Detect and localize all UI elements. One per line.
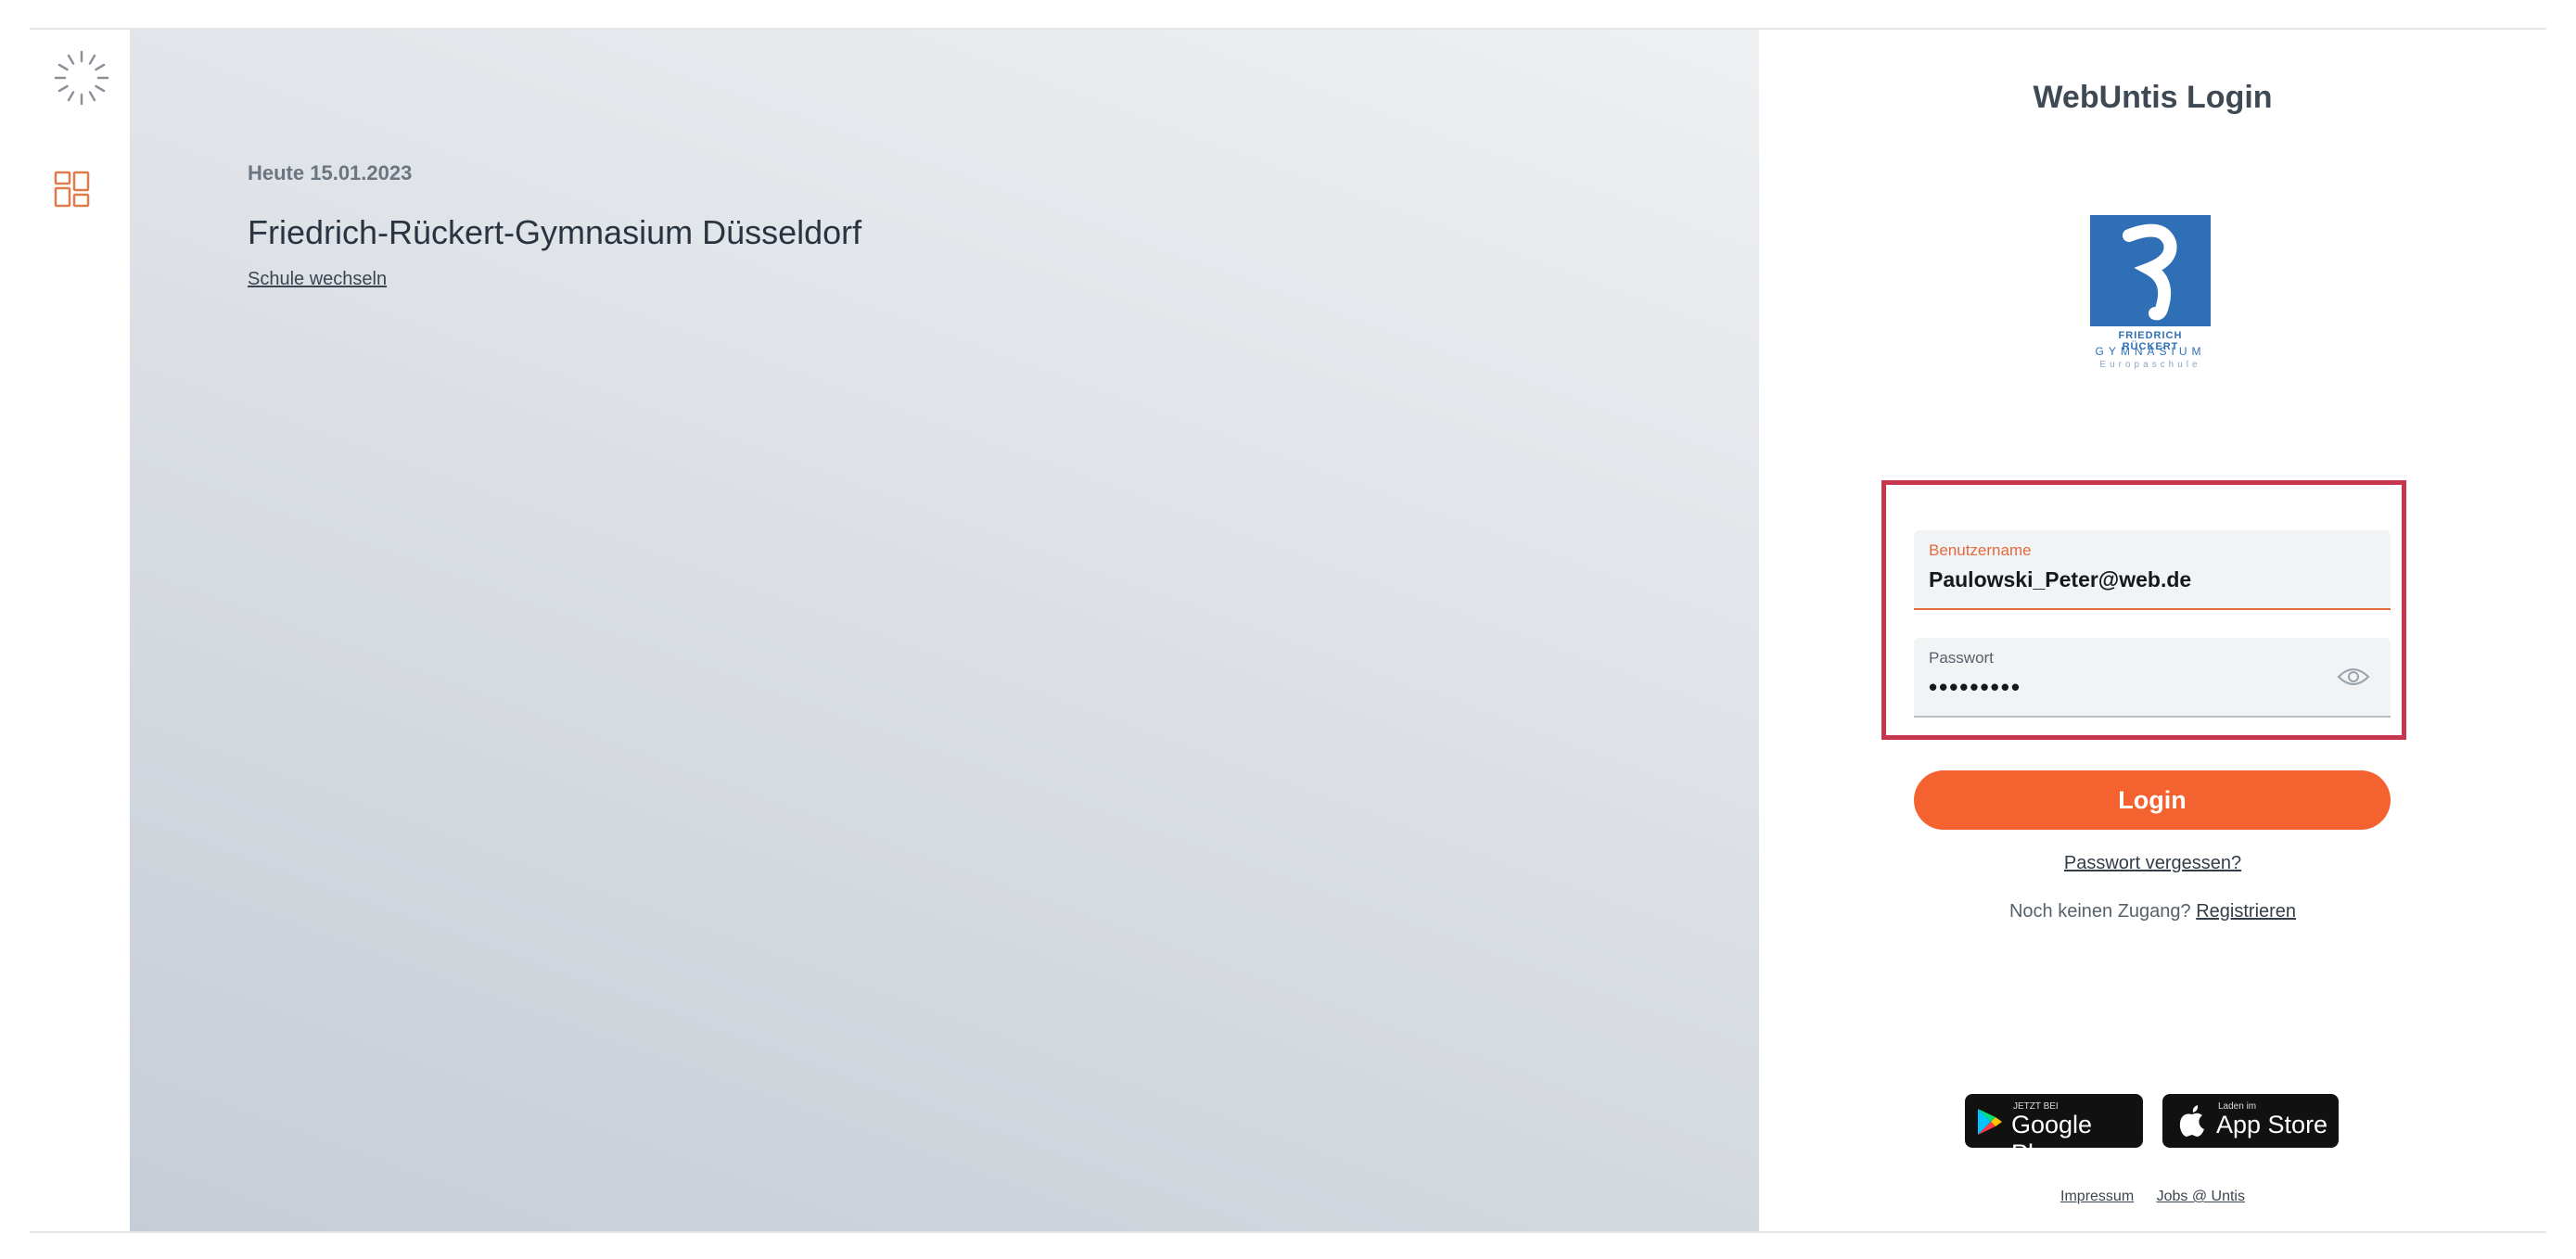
school-logo-mark — [2090, 215, 2211, 326]
impressum-link[interactable]: Impressum — [2060, 1189, 2134, 1204]
forgot-password-link[interactable]: Passwort vergessen? — [2064, 853, 2241, 873]
app-store-badge[interactable]: Laden im App Store — [2162, 1094, 2339, 1148]
jobs-link[interactable]: Jobs @ Untis — [2157, 1189, 2245, 1204]
footer-links: Impressum Jobs @ Untis — [1759, 1189, 2546, 1205]
school-logo: FRIEDRICH RÜCKERT GYMNASIUM Europaschule — [2090, 215, 2211, 401]
apple-icon — [2179, 1105, 2204, 1137]
app-store-text: App Store — [2216, 1111, 2328, 1138]
school-name: Friedrich-Rückert-Gymnasium Düsseldorf — [248, 213, 862, 251]
register-link[interactable]: Registrieren — [2196, 901, 2296, 922]
no-access-row: Noch keinen Zugang? Registrieren — [1759, 901, 2546, 922]
change-school-link[interactable]: Schule wechseln — [248, 269, 387, 290]
hero-panel: Heute 15.01.2023 Friedrich-Rückert-Gymna… — [130, 30, 1759, 1231]
forgot-password-row: Passwort vergessen? — [1759, 853, 2546, 874]
eye-icon[interactable] — [2337, 666, 2370, 688]
logo-line-2: GYMNASIUM — [2095, 345, 2206, 358]
google-play-icon — [1978, 1109, 2002, 1135]
dashboard-icon[interactable] — [52, 169, 93, 210]
username-input[interactable]: Paulowski_Peter@web.de — [1929, 567, 2191, 592]
date-label: Heute 15.01.2023 — [248, 161, 413, 184]
login-title: WebUntis Login — [2033, 80, 2273, 115]
bottom-divider — [30, 1231, 2546, 1233]
loading-spinner-icon — [52, 48, 111, 108]
login-panel: WebUntis Login FRIEDRICH RÜCKERT GYMNASI… — [1759, 30, 2546, 1231]
password-field[interactable]: Passwort ••••••••• — [1914, 638, 2391, 718]
logo-line-3: Europaschule — [2099, 360, 2201, 370]
login-button[interactable]: Login — [1914, 770, 2391, 830]
google-play-badge[interactable]: JETZT BEI Google Play — [1965, 1094, 2143, 1167]
username-field[interactable]: Benutzername Paulowski_Peter@web.de — [1914, 530, 2391, 610]
password-input[interactable]: ••••••••• — [1929, 673, 2021, 702]
username-label: Benutzername — [1929, 541, 2032, 559]
password-label: Passwort — [1929, 649, 1994, 667]
no-access-text: Noch keinen Zugang? — [2009, 901, 2191, 922]
google-play-text: Google Play — [2011, 1111, 2093, 1167]
side-rail — [30, 30, 130, 1231]
